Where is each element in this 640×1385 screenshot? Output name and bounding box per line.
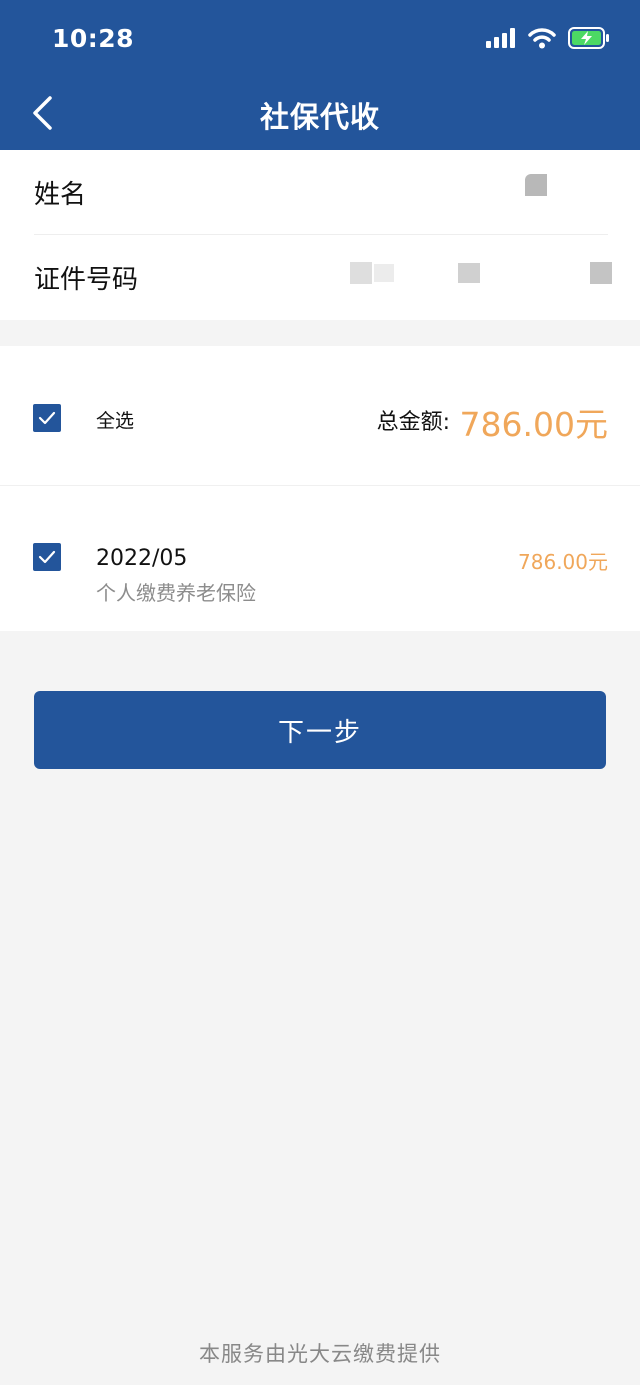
redacted-name-mask xyxy=(525,174,547,196)
redacted-id-mask-4 xyxy=(590,262,612,284)
id-row: 证件号码 xyxy=(34,235,608,320)
payment-item-amount: 786.00元 xyxy=(518,550,608,574)
battery-icon xyxy=(568,27,610,53)
wifi-icon xyxy=(528,27,556,53)
signal-icon xyxy=(486,28,516,52)
check-icon xyxy=(38,550,56,564)
id-label: 证件号码 xyxy=(34,265,139,295)
payment-item-date: 2022/05 xyxy=(96,546,188,571)
name-row: 姓名 xyxy=(34,150,608,235)
info-card: 姓名 证件号码 xyxy=(0,150,640,320)
redacted-id-mask-3 xyxy=(458,263,480,283)
payment-item-description: 个人缴费养老保险 xyxy=(96,581,256,605)
status-icons xyxy=(486,27,610,53)
check-icon xyxy=(38,411,56,425)
payment-selection-card: 全选 总金额: 786.00元 2022/05 个人缴费养老保险 786.00元 xyxy=(0,346,640,631)
select-all-checkbox[interactable] xyxy=(33,404,61,432)
redacted-id-mask-1 xyxy=(350,262,372,284)
redacted-id-mask-2 xyxy=(374,264,394,282)
nav-header: 10:28 社保代收 xyxy=(0,0,640,150)
page-title: 社保代收 xyxy=(259,100,380,134)
footer-text: 本服务由光大云缴费提供 xyxy=(199,1342,441,1366)
select-all-label: 全选 xyxy=(96,410,135,432)
status-time: 10:28 xyxy=(52,24,135,53)
payment-item-checkbox[interactable] xyxy=(33,543,61,571)
next-step-button[interactable]: 下一步 xyxy=(34,691,606,769)
select-all-row: 全选 总金额: 786.00元 xyxy=(0,346,640,486)
total-amount-label: 总金额: xyxy=(376,410,450,435)
name-label: 姓名 xyxy=(34,179,87,210)
total-amount-value: 786.00元 xyxy=(459,405,608,444)
